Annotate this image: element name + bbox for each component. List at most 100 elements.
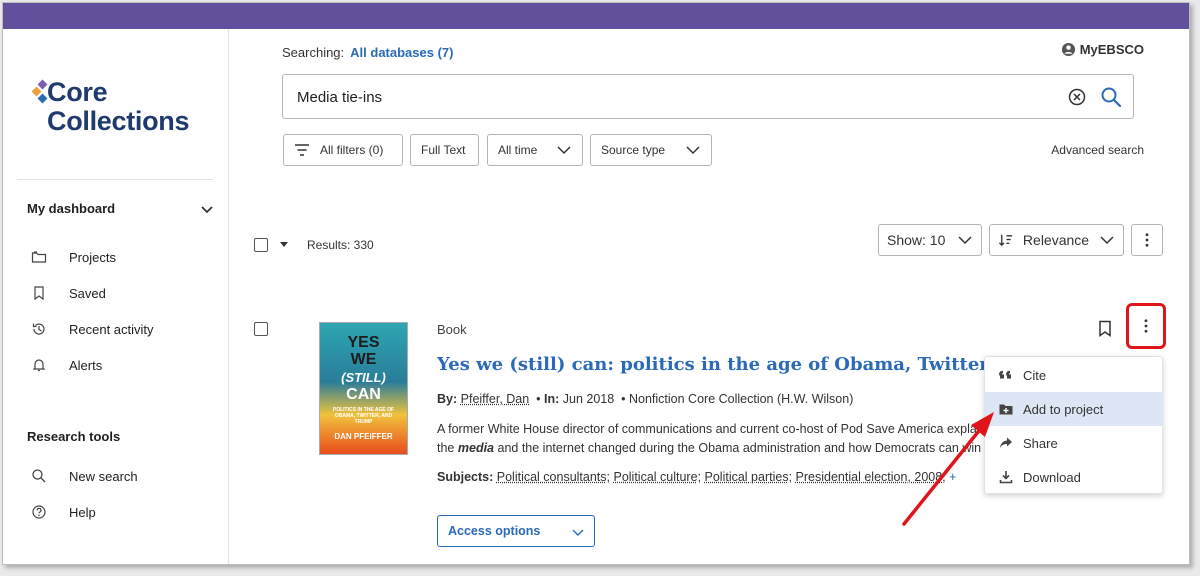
cover-title-line: WE: [350, 351, 377, 368]
search-input[interactable]: [297, 86, 1037, 108]
source-type-dropdown[interactable]: Source type: [590, 134, 712, 166]
publication-date: Jun 2018: [562, 392, 615, 406]
searching-label: Searching:: [282, 45, 345, 60]
sidebar-item-alerts[interactable]: Alerts: [31, 355, 102, 375]
result-meta: By: Pfeiffer, Dan • In: Jun 2018 • Nonfi…: [437, 392, 854, 406]
chevron-down-icon[interactable]: [200, 202, 214, 216]
logo-text-line2: Collections: [47, 106, 190, 136]
chevron-down-icon: [557, 146, 571, 155]
sort-label: Relevance: [1022, 232, 1090, 248]
select-all-checkbox[interactable]: [254, 238, 268, 252]
full-text-button[interactable]: Full Text: [410, 134, 479, 166]
cover-author: DAN PFEIFFER: [334, 432, 393, 441]
download-icon: [999, 471, 1013, 484]
all-filters-label: All filters (0): [320, 143, 384, 157]
more-subjects-link[interactable]: +: [949, 470, 956, 484]
cover-subtitle: POLITICS IN THE AGE OF OBAMA, TWITTER, A…: [332, 407, 395, 425]
source-type-label: Source type: [601, 143, 666, 157]
sidebar-item-saved[interactable]: Saved: [31, 283, 106, 303]
access-options-dropdown[interactable]: Access options: [437, 515, 595, 547]
search-box: [282, 74, 1134, 119]
sidebar-item-new-search[interactable]: New search: [31, 466, 138, 486]
subject-link[interactable]: Presidential election, 2008: [796, 470, 943, 484]
menu-item-cite[interactable]: Cite: [985, 358, 1163, 392]
result-select-checkbox[interactable]: [254, 322, 268, 336]
sidebar-item-label: Projects: [69, 249, 116, 265]
menu-item-share[interactable]: Share: [985, 426, 1163, 460]
menu-item-label: Add to project: [1023, 401, 1104, 417]
chevron-down-icon: [958, 236, 972, 245]
clear-search-icon[interactable]: [1068, 88, 1086, 106]
in-label: In:: [544, 392, 560, 406]
abstract-line: the media and the internet changed durin…: [437, 441, 982, 455]
core-collections-logo[interactable]: Core Collections: [31, 77, 223, 137]
page-size-label: Show: 10: [887, 232, 946, 248]
search-button[interactable]: [1100, 86, 1122, 108]
research-tools-heading: Research tools: [27, 429, 121, 444]
history-icon: [32, 323, 45, 335]
menu-item-add-to-project[interactable]: Add to project: [985, 392, 1163, 426]
abstract-line: A former White House director of communi…: [437, 422, 985, 436]
chevron-down-icon: [1100, 236, 1114, 245]
folder-plus-icon: [999, 404, 1013, 415]
sidebar-item-label: Alerts: [69, 357, 103, 373]
result-more-options-button[interactable]: [1126, 303, 1166, 349]
kebab-icon: [1144, 319, 1148, 333]
subject-link[interactable]: Political parties: [705, 470, 789, 484]
share-icon: [1000, 437, 1012, 448]
bookmark-icon[interactable]: [1098, 320, 1112, 337]
databases-link[interactable]: All databases (7): [350, 45, 453, 60]
quote-icon: [999, 370, 1011, 379]
author-link[interactable]: Pfeiffer, Dan: [461, 392, 530, 406]
bell-icon: [32, 359, 46, 372]
full-text-label: Full Text: [421, 143, 466, 157]
menu-item-label: Download: [1023, 469, 1081, 485]
chevron-down-icon: [686, 146, 700, 155]
result-options-menu: Cite Add to project Share Download: [984, 356, 1163, 494]
subject-link[interactable]: Political culture: [613, 470, 697, 484]
sidebar-item-projects[interactable]: Projects: [31, 247, 116, 267]
search-icon: [32, 469, 46, 483]
searching-databases: Searching: All databases (7): [282, 45, 453, 60]
chevron-down-icon: [572, 529, 584, 536]
all-filters-button[interactable]: All filters (0): [283, 134, 403, 166]
myebsco-account-button[interactable]: MyEBSCO: [1061, 42, 1144, 57]
advanced-search-link[interactable]: Advanced search: [1051, 143, 1144, 157]
filter-icon: [295, 144, 309, 156]
divider: [17, 179, 213, 180]
sidebar-item-label: Saved: [69, 285, 106, 301]
sidebar-item-label: Recent activity: [69, 321, 154, 337]
sort-select[interactable]: Relevance: [989, 224, 1124, 256]
book-cover-image[interactable]: YES WE (STILL) CAN POLITICS IN THE AGE O…: [319, 322, 408, 455]
sidebar-item-label: New search: [69, 468, 138, 484]
top-bar: [3, 3, 1189, 29]
subjects-label: Subjects:: [437, 470, 494, 484]
caret-down-icon[interactable]: [279, 241, 289, 249]
myebsco-label: MyEBSCO: [1079, 42, 1144, 57]
result-type: Book: [437, 322, 467, 337]
bookmark-icon: [34, 286, 44, 301]
time-filter-label: All time: [498, 143, 538, 157]
subject-link[interactable]: Political consultants: [497, 470, 607, 484]
results-count: Results: 330: [307, 238, 374, 252]
folder-icon: [31, 251, 47, 263]
logo-dot-icon: [37, 79, 48, 90]
by-label: By:: [437, 392, 458, 406]
menu-item-label: Cite: [1023, 367, 1047, 383]
my-dashboard-heading[interactable]: My dashboard: [27, 201, 115, 216]
cover-title-line: (STILL): [341, 370, 386, 385]
menu-item-download[interactable]: Download: [985, 460, 1163, 494]
result-title-link[interactable]: Yes we (still) can: politics in the age …: [437, 354, 985, 375]
page-size-select[interactable]: Show: 10: [878, 224, 982, 256]
sidebar-item-recent-activity[interactable]: Recent activity: [31, 319, 154, 339]
result-abstract: A former White House director of communi…: [437, 420, 985, 458]
results-more-options-button[interactable]: [1131, 224, 1163, 256]
time-filter-dropdown[interactable]: All time: [487, 134, 583, 166]
sidebar: Core Collections My dashboard Projects S…: [3, 29, 229, 564]
logo-dot-icon: [37, 93, 48, 104]
sidebar-item-help[interactable]: Help: [31, 502, 96, 522]
kebab-icon: [1145, 233, 1149, 247]
sidebar-item-label: Help: [69, 504, 96, 520]
user-icon: [1061, 42, 1075, 57]
logo-text-line1: Core: [47, 77, 108, 107]
